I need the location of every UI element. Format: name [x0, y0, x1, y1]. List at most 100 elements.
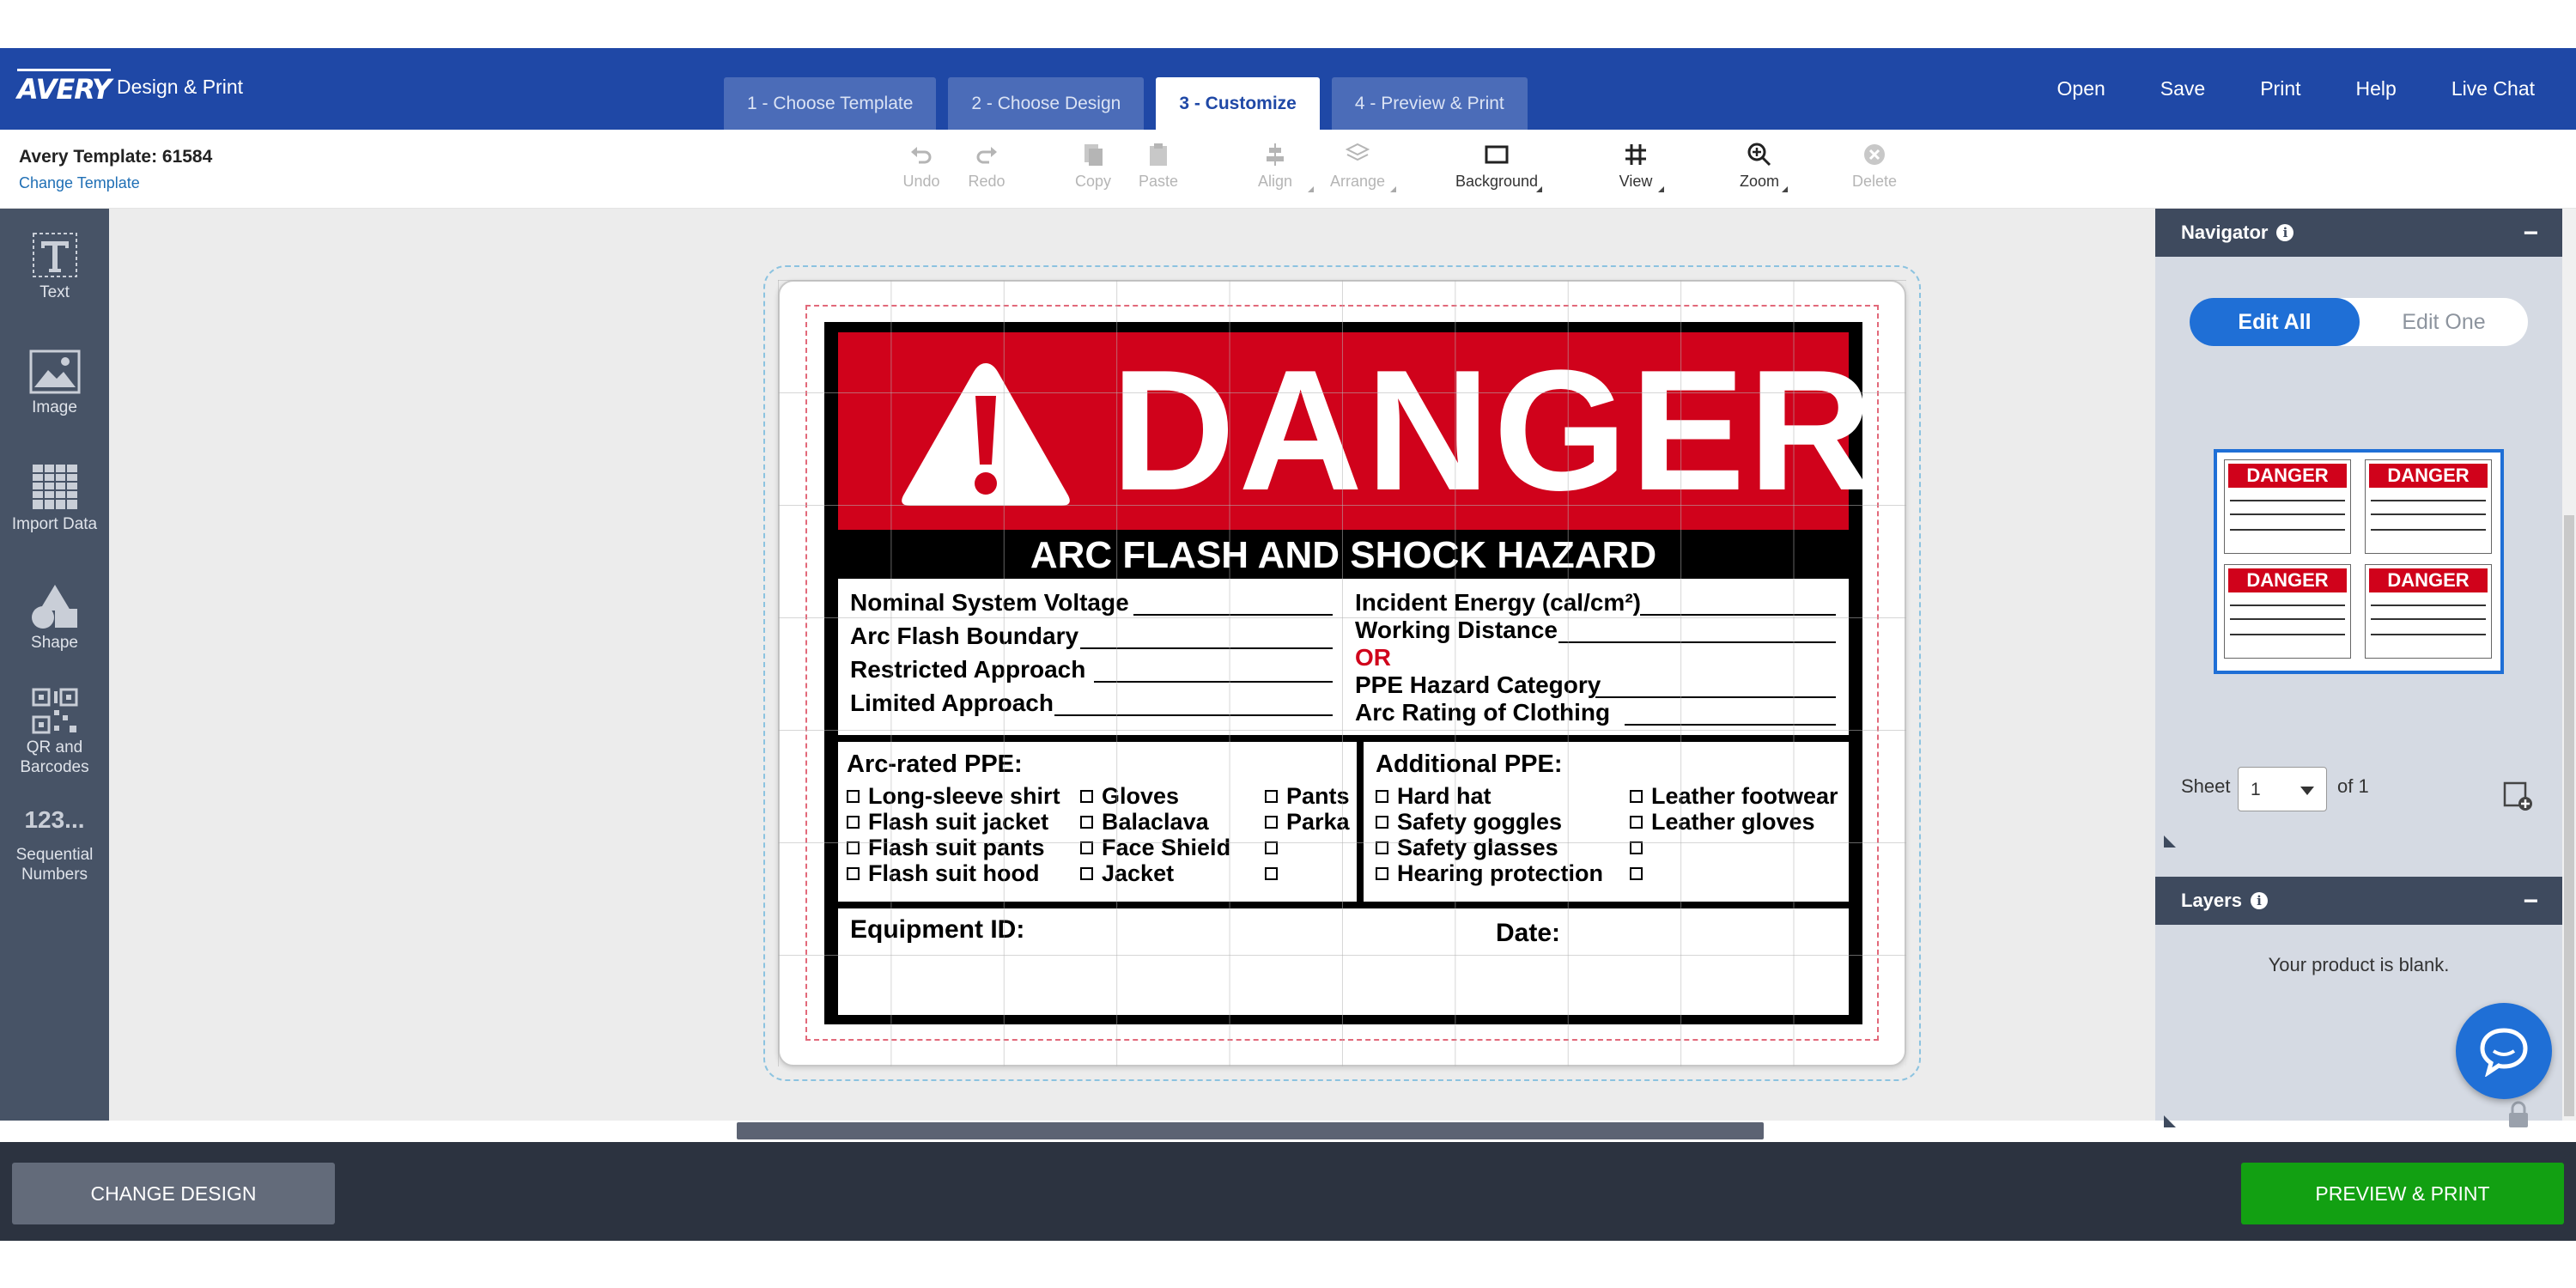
ppe-item[interactable]: [1630, 835, 1651, 861]
tab-choose-template[interactable]: 1 - Choose Template: [724, 77, 937, 130]
sidebar-item-image[interactable]: Image: [0, 349, 109, 417]
ppe-item[interactable]: Leather footwear: [1630, 783, 1838, 810]
checkbox[interactable]: [1080, 816, 1093, 829]
checkbox[interactable]: [1080, 841, 1093, 854]
ppe-item[interactable]: Long-sleeve shirt: [847, 783, 1060, 810]
sheet-thumbnails[interactable]: DANGER DANGER DANGER DANGER: [2214, 449, 2504, 674]
checkbox[interactable]: [1376, 867, 1388, 880]
redo-button[interactable]: Redo: [939, 142, 1034, 191]
field-working-distance: Working Distance: [1355, 617, 1558, 643]
checkbox[interactable]: [1376, 790, 1388, 803]
resize-corner-icon[interactable]: [2162, 834, 2178, 849]
delete-button[interactable]: Delete: [1827, 142, 1922, 191]
ppe-item[interactable]: Flash suit jacket: [847, 809, 1048, 835]
sidebar-item-sequential-numbers[interactable]: 123... Sequential Numbers: [0, 808, 109, 884]
vertical-scrollbar-thumb[interactable]: [2564, 515, 2574, 1116]
thumbnail-label[interactable]: DANGER: [2365, 459, 2492, 554]
nav-print[interactable]: Print: [2260, 77, 2300, 100]
align-button[interactable]: Align: [1228, 142, 1322, 192]
checkbox[interactable]: [847, 816, 860, 829]
ppe-item[interactable]: [1630, 860, 1651, 887]
danger-sign[interactable]: DANGER ARC FLASH AND SHOCK HAZARD Nomina…: [824, 322, 1873, 1024]
nav-open[interactable]: Open: [2057, 77, 2105, 100]
arrange-button[interactable]: Arrange: [1310, 142, 1405, 192]
tab-customize[interactable]: 3 - Customize: [1156, 77, 1320, 130]
checkbox[interactable]: [1265, 816, 1278, 829]
tab-choose-design[interactable]: 2 - Choose Design: [948, 77, 1145, 130]
paste-button[interactable]: Paste: [1111, 142, 1206, 191]
ppe-item[interactable]: Jacket: [1080, 860, 1174, 887]
checkbox[interactable]: [1630, 841, 1643, 854]
checkbox[interactable]: [1265, 790, 1278, 803]
navigator-header[interactable]: Navigator i −: [2155, 209, 2562, 257]
horizontal-scrollbar[interactable]: [737, 1122, 1764, 1139]
live-chat-button[interactable]: [2456, 1003, 2552, 1099]
thumbnail-label[interactable]: DANGER: [2224, 564, 2351, 659]
thumbnail-banner: DANGER: [2369, 568, 2488, 592]
checkbox[interactable]: [1630, 867, 1643, 880]
checkbox[interactable]: [1630, 816, 1643, 829]
sidebar-item-text[interactable]: Text: [0, 231, 109, 302]
avery-logo[interactable]: AVERY: [17, 69, 112, 106]
collapse-icon[interactable]: −: [2523, 219, 2538, 248]
background-button[interactable]: Background: [1449, 142, 1544, 192]
change-design-button[interactable]: CHANGE DESIGN: [12, 1163, 335, 1224]
ppe-item[interactable]: Leather gloves: [1630, 809, 1815, 835]
preview-print-button[interactable]: PREVIEW & PRINT: [2241, 1163, 2564, 1224]
sheet-select[interactable]: 1: [2238, 767, 2327, 811]
checkbox[interactable]: [1630, 790, 1643, 803]
ppe-item[interactable]: Safety goggles: [1376, 809, 1562, 835]
change-template-link[interactable]: Change Template: [19, 174, 140, 192]
ppe-item[interactable]: Parka: [1265, 809, 1350, 835]
tab-preview-print[interactable]: 4 - Preview & Print: [1331, 77, 1528, 130]
thumbnail-banner: DANGER: [2228, 464, 2347, 488]
lock-icon[interactable]: [2506, 1100, 2531, 1129]
ppe-item[interactable]: Safety glasses: [1376, 835, 1558, 861]
checkbox[interactable]: [1080, 790, 1093, 803]
view-button[interactable]: View: [1589, 142, 1683, 192]
nav-help[interactable]: Help: [2356, 77, 2397, 100]
danger-heading: DANGER: [1111, 335, 1876, 526]
ppe-item[interactable]: Flash suit hood: [847, 860, 1040, 887]
ppe-item[interactable]: Balaclava: [1080, 809, 1209, 835]
ppe-item[interactable]: Gloves: [1080, 783, 1179, 810]
checkbox[interactable]: [1265, 841, 1278, 854]
sidebar-item-import-data[interactable]: Import Data: [0, 463, 109, 534]
checkbox[interactable]: [1265, 867, 1278, 880]
edit-all-button[interactable]: Edit All: [2190, 298, 2360, 346]
checkbox[interactable]: [847, 790, 860, 803]
sidebar-label-qr-barcodes: QR and Barcodes: [20, 738, 89, 776]
ppe-item[interactable]: Flash suit pants: [847, 835, 1045, 861]
ppe-item[interactable]: Pants: [1265, 783, 1350, 810]
ppe-item-label: Safety goggles: [1397, 809, 1563, 835]
edit-one-button[interactable]: Edit One: [2360, 298, 2528, 346]
resize-corner-icon[interactable]: [2162, 1114, 2178, 1129]
layers-empty-message: Your product is blank.: [2268, 954, 2450, 975]
sidebar-item-qr-barcodes[interactable]: QR and Barcodes: [0, 688, 109, 777]
checkbox[interactable]: [1080, 867, 1093, 880]
thumbnail-label[interactable]: DANGER: [2365, 564, 2492, 659]
ppe-item[interactable]: Hearing protection: [1376, 860, 1603, 887]
undo-label: Undo: [902, 173, 940, 190]
ppe-item[interactable]: Face Shield: [1080, 835, 1230, 861]
thumbnail-label[interactable]: DANGER: [2224, 459, 2351, 554]
ppe-item-label: Jacket: [1102, 860, 1175, 886]
add-sheet-icon[interactable]: [2502, 781, 2533, 811]
checkbox[interactable]: [1376, 816, 1388, 829]
nav-save[interactable]: Save: [2160, 77, 2205, 100]
layers-header[interactable]: Layers i −: [2155, 877, 2562, 925]
nav-live-chat[interactable]: Live Chat: [2451, 77, 2535, 100]
ppe-item-label: Flash suit pants: [868, 835, 1045, 860]
ppe-item[interactable]: [1265, 835, 1286, 861]
zoom-button[interactable]: Zoom: [1712, 142, 1807, 192]
checkbox[interactable]: [1376, 841, 1388, 854]
checkbox[interactable]: [847, 841, 860, 854]
checkbox[interactable]: [847, 867, 860, 880]
ppe-item-label: Balaclava: [1102, 809, 1209, 835]
sidebar-item-shape[interactable]: Shape: [0, 583, 109, 653]
info-icon[interactable]: i: [2276, 224, 2294, 241]
ppe-item[interactable]: Hard hat: [1376, 783, 1492, 810]
collapse-icon[interactable]: −: [2523, 887, 2538, 916]
info-icon[interactable]: i: [2250, 892, 2268, 909]
ppe-item[interactable]: [1265, 860, 1286, 887]
